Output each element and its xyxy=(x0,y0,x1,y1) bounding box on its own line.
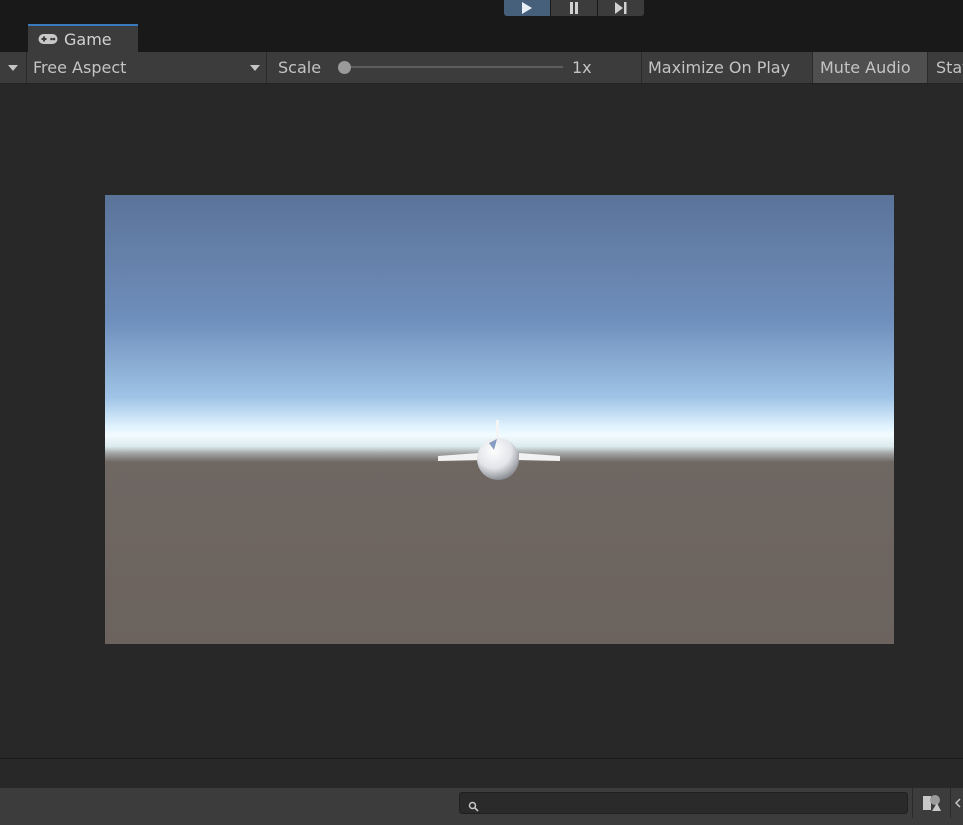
pause-icon xyxy=(570,2,578,14)
game-scene xyxy=(105,195,894,644)
aspect-value: Free Aspect xyxy=(33,58,127,77)
play-controls xyxy=(504,0,644,16)
mute-audio-toggle[interactable]: Mute Audio xyxy=(813,52,927,83)
chevron-down-icon xyxy=(8,64,18,71)
play-button[interactable] xyxy=(504,0,550,16)
more-button[interactable] xyxy=(950,788,963,818)
scale-value: 1x xyxy=(572,58,592,77)
maximize-on-play-toggle[interactable]: Maximize On Play xyxy=(642,52,812,83)
scale-slider-track[interactable] xyxy=(343,66,563,68)
tab-game[interactable]: Game xyxy=(28,24,138,52)
search-field[interactable] xyxy=(459,792,908,814)
play-icon xyxy=(522,2,532,14)
display-dropdown[interactable] xyxy=(0,52,27,83)
chevron-down-icon xyxy=(250,64,260,71)
sky-gradient xyxy=(105,195,894,644)
scene-filter-button[interactable] xyxy=(912,788,951,818)
shapes-icon xyxy=(923,795,941,811)
scale-slider-thumb[interactable] xyxy=(338,61,351,74)
game-toolbar: Free Aspect Scale 1x Maximize On Play Mu… xyxy=(0,52,963,84)
gamepad-icon xyxy=(38,33,58,45)
tab-game-label: Game xyxy=(64,29,112,49)
play-toolbar xyxy=(0,0,963,22)
panel-divider-bar xyxy=(0,758,963,789)
pause-button[interactable] xyxy=(551,0,597,16)
scale-label: Scale xyxy=(278,58,322,77)
game-render-frame[interactable] xyxy=(105,195,894,644)
unity-game-window: Game Free Aspect Scale 1x Maximize On Pl… xyxy=(0,0,963,825)
step-button[interactable] xyxy=(598,0,644,16)
tab-strip: Game xyxy=(0,22,963,52)
stats-toggle[interactable]: Stats xyxy=(928,52,963,83)
chevron-left-icon xyxy=(954,798,961,808)
aspect-dropdown[interactable]: Free Aspect xyxy=(27,52,267,83)
search-icon xyxy=(468,797,479,816)
step-icon xyxy=(615,2,627,14)
